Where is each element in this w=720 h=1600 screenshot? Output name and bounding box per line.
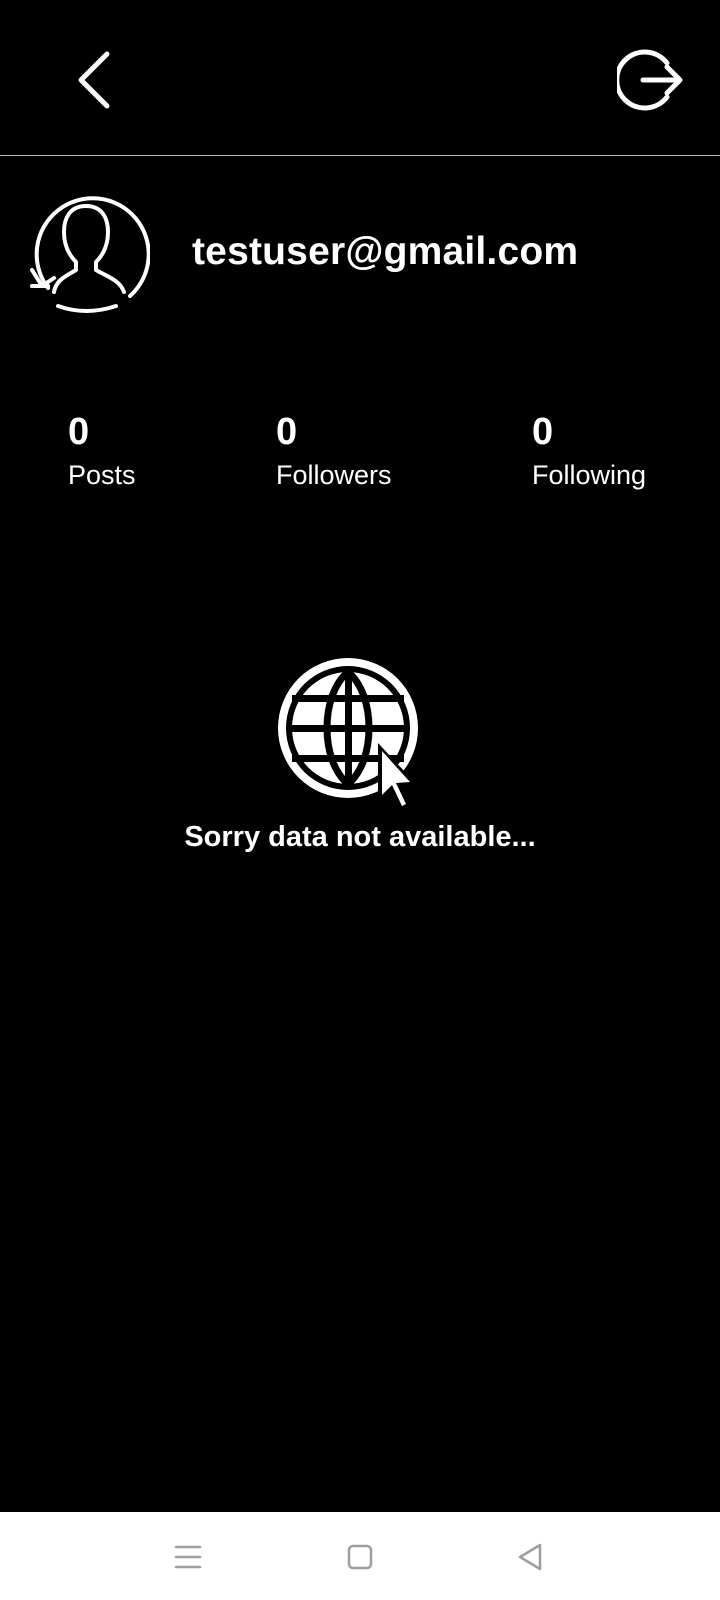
menu-icon (174, 1545, 202, 1569)
back-triangle-icon (518, 1543, 542, 1571)
stat-label: Followers (276, 460, 392, 490)
stat-label: Following (532, 460, 647, 490)
globe-cursor-icon (278, 658, 419, 813)
top-app-bar (0, 0, 720, 156)
profile-header: testuser@gmail.com (0, 156, 720, 356)
back-button[interactable] (60, 40, 130, 120)
profile-stats: 0 Posts 0 Followers 0 Following (0, 410, 720, 510)
stat-followers[interactable]: 0 Followers (276, 410, 392, 492)
system-back-button[interactable] (500, 1532, 560, 1582)
stat-posts[interactable]: 0 Posts (68, 410, 136, 492)
user-avatar-icon (30, 196, 151, 313)
user-email: testuser@gmail.com (192, 230, 579, 273)
logout-icon (617, 49, 683, 111)
recent-apps-button[interactable] (158, 1532, 218, 1582)
avatar[interactable] (26, 184, 151, 320)
stat-count: 0 (276, 411, 298, 453)
empty-state: Sorry data not available... (0, 655, 720, 855)
empty-state-message: Sorry data not available... (184, 821, 536, 853)
chevron-left-icon (78, 51, 110, 109)
stat-label: Posts (68, 460, 136, 490)
home-square-icon (347, 1544, 373, 1570)
system-navigation-bar (0, 1512, 720, 1600)
stat-following[interactable]: 0 Following (532, 410, 646, 492)
stat-count: 0 (68, 411, 90, 453)
stat-count: 0 (532, 411, 554, 453)
logout-button[interactable] (610, 40, 690, 120)
home-button[interactable] (330, 1532, 390, 1582)
